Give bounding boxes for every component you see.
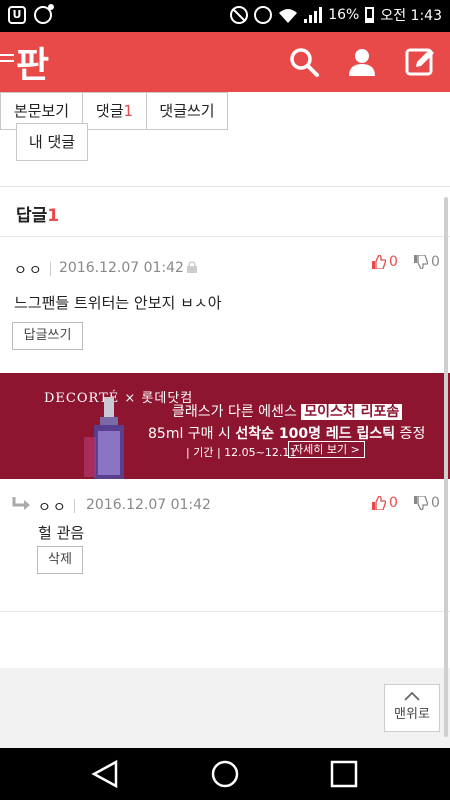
ad-headline-highlight: 모이스처 리포솜 xyxy=(301,404,403,420)
reply-arrow-icon xyxy=(12,497,30,510)
ad-offer-suffix: 증정 xyxy=(395,426,426,442)
upvote-count: 0 xyxy=(389,495,398,511)
system-nav-bar xyxy=(0,748,450,800)
downvote-count: 0 xyxy=(431,495,440,511)
ad-offer-bold: 선착순 100명 레드 립스틱 xyxy=(235,426,396,442)
status-bar: U 16% 오전 1:43 xyxy=(0,0,450,32)
downvote-button[interactable]: 0 xyxy=(414,495,440,511)
comments-count: 1 xyxy=(123,102,134,120)
lock-icon xyxy=(187,261,197,273)
app-notification-icon: U xyxy=(8,6,26,24)
upvote-count: 0 xyxy=(389,254,398,270)
upvote-button[interactable]: 0 xyxy=(372,495,398,511)
comments-label: 댓글 xyxy=(95,102,124,120)
product-bottle-image xyxy=(84,397,124,479)
comment-text: 헐 관음 xyxy=(38,524,85,542)
ad-headline-prefix: 클래스가 다른 에센스 xyxy=(172,404,302,420)
comment-tabs: 내 댓글 본문보기 댓글1 댓글쓰기 xyxy=(0,92,450,187)
notification-dot-icon xyxy=(34,4,54,24)
reply-label: 답글 xyxy=(16,206,48,226)
scroll-top-label: 맨위로 xyxy=(394,707,430,722)
do-not-disturb-icon xyxy=(230,6,249,24)
reply-comment-item: ㅇㅇ 2016.12.07 01:42 0 0 헐 관음 삭제 xyxy=(0,479,450,609)
reply-header: 답글1 xyxy=(0,187,450,237)
upvote-button[interactable]: 0 xyxy=(372,254,398,270)
separator xyxy=(50,262,51,276)
scrollbar[interactable] xyxy=(444,197,448,737)
user-icon[interactable] xyxy=(346,46,378,78)
comment-item: ㅇㅇ 2016.12.07 01:42 0 0 느그팬들 트위터는 안보지 ㅂㅅ… xyxy=(0,238,450,373)
search-icon[interactable] xyxy=(288,46,320,78)
delete-button[interactable]: 삭제 xyxy=(37,546,83,574)
ad-offer: 85ml 구매 시 선착순 100명 레드 립스틱 증정 xyxy=(148,423,425,443)
separator xyxy=(74,499,75,513)
edit-icon[interactable] xyxy=(404,46,436,78)
reply-title: 답글1 xyxy=(16,201,59,226)
battery-icon xyxy=(365,7,375,23)
footer-area xyxy=(0,668,450,748)
thumbs-down-icon xyxy=(414,255,428,269)
alarm-icon xyxy=(254,6,273,24)
wifi-icon xyxy=(279,9,298,23)
divider xyxy=(0,611,450,612)
reply-count: 1 xyxy=(47,206,60,226)
signal-icon xyxy=(304,7,323,23)
ad-banner[interactable]: DECORTÉ × 롯데닷컴 클래스가 다른 에센스 모이스처 리포솜 85ml… xyxy=(0,373,450,479)
comment-author: ㅇㅇ xyxy=(14,263,44,279)
app-bar: 판 xyxy=(0,32,450,92)
clock: 오전 1:43 xyxy=(380,8,442,24)
battery-percent: 16% xyxy=(328,7,360,23)
my-comments-button[interactable]: 내 댓글 xyxy=(16,123,88,161)
recent-apps-icon[interactable] xyxy=(328,758,360,790)
ad-period: | 기간 | 12.05~12.11 xyxy=(186,446,297,459)
chevron-up-icon xyxy=(404,691,420,701)
reply-button[interactable]: 답글쓰기 xyxy=(12,322,83,350)
ad-details-button[interactable]: 자세히 보기 > xyxy=(288,441,365,458)
menu-icon[interactable] xyxy=(0,54,14,68)
thumbs-up-icon xyxy=(372,496,386,510)
app-logo[interactable]: 판 xyxy=(16,36,49,88)
downvote-count: 0 xyxy=(431,254,440,270)
comment-text: 느그팬들 트위터는 안보지 ㅂㅅ아 xyxy=(14,294,222,312)
write-comment-button[interactable]: 댓글쓰기 xyxy=(147,93,227,129)
comment-author: ㅇㅇ xyxy=(38,500,68,516)
comments-button[interactable]: 댓글1 xyxy=(83,93,147,129)
back-icon[interactable] xyxy=(90,758,122,790)
comment-date: 2016.12.07 01:42 xyxy=(86,497,211,513)
home-icon[interactable] xyxy=(209,758,241,790)
thumbs-up-icon xyxy=(372,255,386,269)
downvote-button[interactable]: 0 xyxy=(414,254,440,270)
ad-offer-prefix: 85ml 구매 시 xyxy=(148,426,236,442)
comment-date: 2016.12.07 01:42 xyxy=(59,260,184,276)
thumbs-down-icon xyxy=(414,496,428,510)
scroll-top-button[interactable]: 맨위로 xyxy=(384,684,440,732)
ad-headline: 클래스가 다른 에센스 모이스처 리포솜 xyxy=(172,401,403,421)
